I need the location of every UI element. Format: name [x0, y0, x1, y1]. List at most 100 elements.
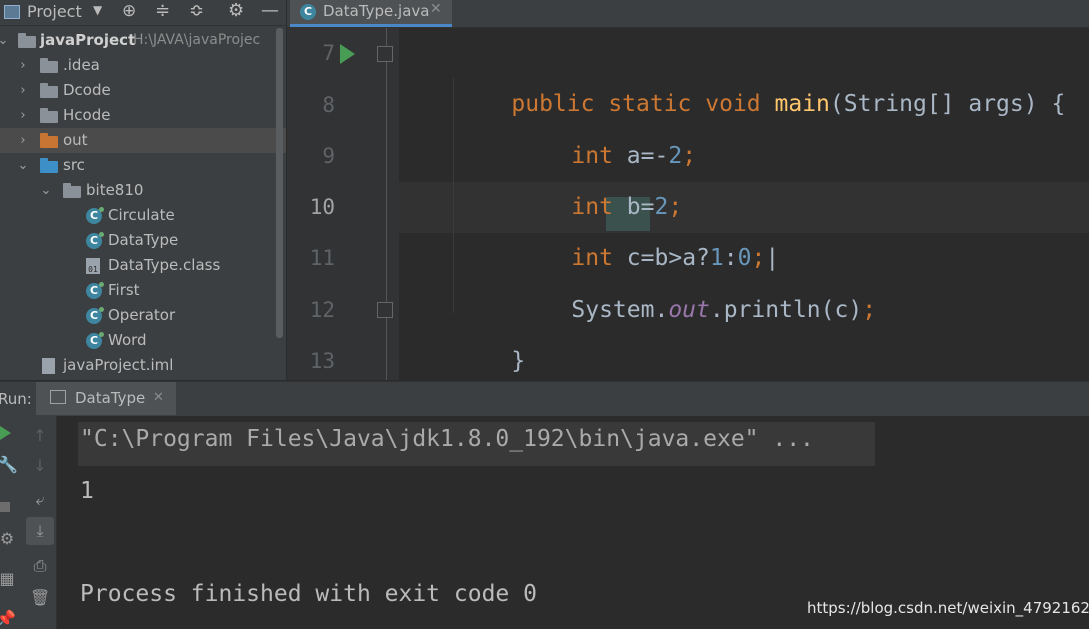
project-path: H:\JAVA\javaProjec [133, 32, 261, 48]
code-text: } [511, 348, 526, 374]
code-editor[interactable]: public static void main(String[] args) {… [399, 28, 1089, 425]
trash-icon[interactable]: 🗑 [30, 588, 50, 608]
tree-item-javaproject[interactable]: ⌄ javaProject H:\JAVA\javaProjec [0, 28, 286, 53]
rerun-icon[interactable] [0, 426, 11, 440]
layout-icon[interactable]: ▦ [0, 569, 17, 589]
tree-item-first[interactable]: C First [0, 278, 286, 303]
settings-icon[interactable]: ⚙ [0, 529, 17, 549]
pin-icon[interactable]: 📌 [0, 609, 16, 629]
chevron-down-icon[interactable]: ⌄ [0, 28, 9, 53]
run-gutter-icon[interactable] [340, 44, 355, 64]
tree-item-javaproject-iml[interactable]: javaProject.iml [0, 353, 286, 378]
code-line-7: public static void main(String[] args) { [456, 28, 1065, 117]
code-semicolon: ; [862, 297, 877, 323]
minimize-icon[interactable]: — [261, 0, 279, 21]
tree-item-idea[interactable]: › .idea [0, 53, 286, 78]
collapse-all-icon[interactable]: ≎ [189, 0, 204, 21]
line-number: 10 [309, 195, 335, 219]
code-line-8: int a=-2; [516, 80, 696, 169]
line-number: 7 [322, 41, 335, 65]
fold-marker-icon[interactable] [377, 302, 393, 318]
tab-datatype-java[interactable]: C DataType.java ✕ [290, 0, 452, 27]
project-tree: ⌄ javaProject H:\JAVA\javaProjec › .idea… [0, 26, 286, 380]
close-icon[interactable]: ✕ [430, 1, 442, 17]
chevron-right-icon[interactable]: › [17, 78, 29, 103]
folder-icon [40, 83, 58, 98]
project-title[interactable]: Project [27, 2, 82, 21]
tab-label: DataType.java [323, 2, 430, 20]
gutter-divider [386, 28, 387, 380]
tree-item-label: First [108, 281, 140, 299]
chevron-down-icon[interactable]: ▼ [93, 3, 102, 17]
class-icon: C [86, 332, 104, 349]
folder-icon [40, 58, 58, 73]
tree-item-bite810[interactable]: ⌄ bite810 [0, 178, 286, 203]
code-line-11: System.out.println(c); [516, 234, 876, 323]
console-output-line: 1 [80, 478, 94, 504]
line-number: 11 [309, 246, 335, 270]
tree-item-datatype[interactable]: C DataType [0, 228, 286, 253]
package-icon [63, 183, 81, 198]
stop-icon[interactable] [0, 502, 10, 512]
tree-item-label: javaProject.iml [63, 356, 174, 374]
tree-item-out[interactable]: › out [0, 128, 286, 153]
folder-icon [18, 33, 36, 48]
tree-item-label: src [63, 156, 85, 174]
chevron-right-icon[interactable]: › [17, 128, 29, 153]
code-line-13: } [396, 336, 465, 425]
expand-all-icon[interactable]: ≑ [155, 0, 170, 21]
chevron-down-icon[interactable]: ⌄ [40, 178, 52, 203]
tree-item-label: Word [108, 331, 147, 349]
line-number: 9 [322, 144, 335, 168]
arrow-down-icon[interactable]: ↓ [30, 456, 50, 476]
chevron-right-icon[interactable]: › [17, 103, 29, 128]
tree-item-label: DataType.class [108, 256, 221, 274]
code-line-9: int b=2; [516, 131, 682, 220]
code-field: out [668, 297, 710, 323]
tree-item-label: Operator [108, 306, 176, 324]
tree-item-label: .idea [63, 56, 100, 74]
tree-item-label: Hcode [63, 106, 111, 124]
chevron-down-icon[interactable]: ⌄ [17, 153, 29, 178]
tree-item-label: DataType [108, 231, 179, 249]
console-command-line: "C:\Program Files\Java\jdk1.8.0_192\bin\… [80, 426, 814, 452]
class-icon: C [86, 232, 104, 249]
tree-item-hcode[interactable]: › Hcode [0, 103, 286, 128]
line-number: 8 [322, 93, 335, 117]
run-title: Run: [0, 390, 32, 408]
indent-guide [453, 78, 454, 313]
arrow-up-icon[interactable]: ↑ [30, 426, 50, 446]
scrollbar[interactable] [276, 28, 283, 338]
code-semicolon: ; [682, 143, 697, 169]
fold-marker-icon[interactable] [377, 46, 393, 62]
locate-icon[interactable]: ⊕ [122, 1, 136, 21]
tree-item-src[interactable]: ⌄ src [0, 153, 286, 178]
run-side-toolbar: 🔧 ⚙ ▦ 📌 [0, 416, 24, 629]
gear-icon[interactable]: ⚙ [228, 0, 244, 21]
run-tab-label: DataType [75, 389, 146, 407]
file-icon [42, 358, 55, 374]
print-icon[interactable]: ⎙ [30, 556, 50, 576]
folder-icon [40, 158, 58, 173]
project-view-icon [4, 5, 20, 19]
tree-item-circulate[interactable]: C Circulate [0, 203, 286, 228]
code-line-12: } [456, 285, 525, 374]
watermark: https://blog.csdn.net/weixin_47921628 [807, 599, 1089, 617]
tree-item-dcode[interactable]: › Dcode [0, 78, 286, 103]
chevron-right-icon[interactable]: › [17, 53, 29, 78]
code-text: System. [571, 297, 669, 323]
binary-file-icon: 01 [86, 258, 100, 274]
tree-item-datatype-class[interactable]: 01 DataType.class [0, 253, 286, 278]
soft-wrap-icon[interactable]: ⤶ [30, 490, 50, 510]
tree-item-operator[interactable]: C Operator [0, 303, 286, 328]
run-tab-datatype[interactable]: DataType ✕ [36, 382, 176, 415]
code-text: (String[] args) { [829, 91, 1066, 117]
line-number: 13 [309, 349, 335, 373]
line-number: 12 [309, 298, 335, 322]
class-icon: C [86, 207, 104, 224]
tree-item-word[interactable]: C Word [0, 328, 286, 353]
wrench-icon[interactable]: 🔧 [0, 455, 18, 475]
tree-item-label: bite810 [86, 181, 144, 199]
tree-item-label: Circulate [108, 206, 175, 224]
close-icon[interactable]: ✕ [153, 390, 164, 405]
